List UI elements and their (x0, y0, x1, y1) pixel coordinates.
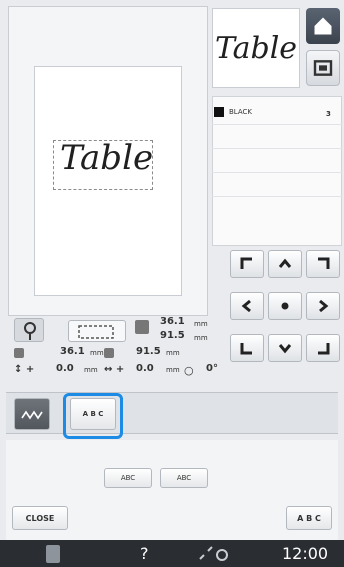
needle-point-button[interactable] (14, 318, 44, 342)
x-offset-value: 0.0 (136, 363, 154, 374)
home-button[interactable] (306, 8, 340, 44)
position-icon: ↕ + (14, 364, 35, 375)
center-button[interactable] (268, 292, 302, 320)
rotation-value: 0° (206, 363, 218, 374)
unit-label: mm (84, 366, 98, 374)
close-button[interactable]: CLOSE (12, 506, 68, 530)
clock-time: 12:00 (282, 544, 329, 563)
move-down-right-button[interactable] (306, 334, 340, 362)
chevron-right-icon (319, 299, 329, 313)
home-icon (314, 17, 332, 35)
thread-color-swatch (214, 107, 224, 117)
unit-label: mm (90, 349, 104, 357)
preview-text: Table (214, 30, 298, 66)
corner-up-right-icon (318, 257, 330, 269)
screen-capture-button[interactable] (306, 50, 340, 86)
height-top: 91.5 (160, 330, 185, 341)
color-count: 3 (326, 110, 331, 118)
move-down-button[interactable] (268, 334, 302, 362)
corner-down-right-icon (318, 343, 330, 355)
move-up-left-button[interactable] (230, 250, 264, 278)
list-divider (212, 196, 342, 197)
chevron-left-icon (241, 299, 251, 313)
unit-label: mm (194, 334, 208, 342)
array-option-arc-up[interactable]: ABC (104, 468, 152, 488)
document-icon[interactable] (46, 545, 60, 563)
frame-button[interactable] (68, 320, 126, 342)
width-value: 36.1 (60, 346, 85, 357)
width-icon (14, 348, 24, 358)
wifi-icon (194, 545, 234, 563)
move-right-button[interactable] (306, 292, 340, 320)
move-up-button[interactable] (268, 250, 302, 278)
height-value: 91.5 (136, 346, 161, 357)
corner-up-left-icon (240, 257, 252, 269)
pattern-text: Table (60, 138, 154, 178)
array-option-arc-down[interactable]: ABC (160, 468, 208, 488)
unit-label: mm (166, 349, 180, 357)
unit-label: mm (194, 320, 208, 328)
horizontal-icon: ↔ + (104, 364, 125, 375)
y-offset-value: 0.0 (56, 363, 74, 374)
corner-down-left-icon (240, 343, 252, 355)
toolbar (6, 392, 338, 434)
move-up-right-button[interactable] (306, 250, 340, 278)
frame-icon (78, 325, 114, 339)
height-icon (104, 348, 114, 358)
width-top: 36.1 (160, 316, 185, 327)
stitch-icon (21, 410, 43, 420)
thread-color-list[interactable] (212, 96, 342, 246)
list-divider (212, 124, 342, 125)
chevron-up-icon (278, 258, 292, 268)
move-left-button[interactable] (230, 292, 264, 320)
screen-icon (313, 60, 333, 76)
center-dot-icon (281, 302, 289, 310)
unit-label: mm (166, 366, 180, 374)
size-icon (135, 320, 149, 334)
rotate-icon: ○ (184, 364, 194, 377)
move-down-left-button[interactable] (230, 334, 264, 362)
pattern-preview: Table (212, 8, 300, 88)
list-divider (212, 148, 342, 149)
help-icon[interactable]: ? (140, 544, 160, 564)
needle-point-icon (24, 322, 36, 340)
stitch-mode-button[interactable] (14, 398, 50, 430)
chevron-down-icon (278, 344, 292, 354)
highlight-ring (63, 393, 123, 439)
thread-color-name: BLACK (229, 108, 253, 116)
abc-button[interactable]: A B C (286, 506, 332, 530)
list-divider (212, 172, 342, 173)
